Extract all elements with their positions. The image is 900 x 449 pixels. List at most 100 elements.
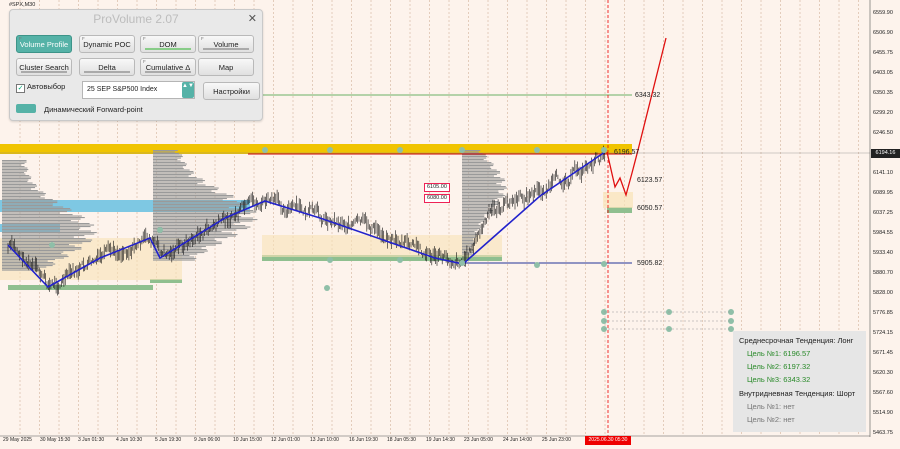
volume-bar — [462, 180, 506, 182]
volume-bar — [462, 190, 499, 192]
volume-bar — [462, 187, 507, 189]
volume-bar — [462, 166, 491, 168]
volume-button[interactable]: F Volume — [198, 35, 254, 53]
volume-bar — [2, 175, 30, 177]
time-tick-label: 19 Jun 14:30 — [426, 437, 455, 443]
indicator-bar — [203, 48, 249, 50]
volume-bar — [462, 237, 476, 239]
symbol-spinner-icon[interactable]: ▲▼ — [182, 82, 194, 98]
price-box-6105[interactable]: 6105.00 — [424, 183, 450, 192]
price-tick-label: 6246.50 — [873, 130, 893, 136]
indicator-bar — [145, 48, 191, 50]
volume-bar — [2, 209, 72, 211]
volume-bar — [462, 232, 477, 234]
time-tick-label: 13 Jun 10:00 — [310, 437, 339, 443]
price-tick-label: 6506.90 — [873, 30, 893, 36]
time-tick-label: 5 Jun 19:30 — [155, 437, 182, 443]
forward-point-label: Динамический Forward-point — [44, 105, 143, 114]
time-tick-label: 16 Jun 19:30 — [349, 437, 378, 443]
volume-bar — [2, 203, 53, 205]
volume-bar — [2, 247, 82, 249]
level-dot — [324, 285, 330, 291]
level-label-6343: 6343.32 — [635, 92, 660, 99]
volume-bar — [153, 231, 222, 233]
time-tick-label: 25 Jun 23:00 — [542, 437, 571, 443]
volume-bar — [153, 151, 175, 153]
hotkey-label: F — [201, 36, 204, 41]
volume-bar — [462, 199, 494, 201]
volume-bar — [462, 240, 474, 242]
time-tick-label: 9 Jun 06:00 — [194, 437, 221, 443]
close-icon[interactable]: ✕ — [248, 12, 257, 25]
volume-bar — [2, 190, 38, 192]
volume-bar — [153, 252, 205, 254]
volume-bar — [2, 206, 64, 208]
volume-bar — [153, 181, 203, 183]
volume-bar — [462, 213, 490, 215]
volume-bar — [462, 220, 485, 222]
volume-bar — [462, 214, 485, 216]
level-label-5905: 5905.82 — [637, 260, 662, 267]
price-tick-label: 5828.00 — [873, 290, 893, 296]
volume-bar — [462, 178, 505, 180]
settings-button[interactable]: Настройки — [203, 82, 260, 100]
volume-bar — [2, 205, 53, 207]
volume-bar — [153, 234, 238, 236]
indicator-bar — [84, 71, 130, 73]
dynamic-poc-button[interactable]: F Dynamic POC — [79, 35, 135, 53]
intra-trend-title: Внутридневная Тенденция: Шорт — [739, 389, 856, 398]
volume-bar — [2, 217, 85, 219]
volume-bar — [2, 170, 28, 172]
trend-panel: Среднесрочная Тенденция: Лонг Цель №1: 6… — [733, 331, 866, 432]
volume-bar — [2, 236, 74, 238]
volume-bar — [153, 238, 215, 240]
symbol-select[interactable]: 25 SEP S&P500 Index — [82, 81, 195, 99]
forward-point-toggle[interactable]: Динамический Forward-point — [16, 104, 143, 114]
price-box-6080[interactable]: 6080.00 — [424, 194, 450, 203]
volume-bar — [2, 214, 73, 216]
level-dot — [327, 147, 333, 153]
volume-bar — [462, 216, 485, 218]
dom-button[interactable]: F DOM — [140, 35, 196, 53]
hotkey-label: F — [19, 36, 22, 41]
volume-bar — [153, 190, 212, 192]
volume-bar — [2, 221, 79, 223]
volume-bar — [153, 244, 216, 246]
volume-bar — [2, 211, 68, 213]
volume-bar — [462, 201, 498, 203]
volume-bar — [2, 226, 91, 228]
time-tick-label: 18 Jun 05:30 — [387, 437, 416, 443]
level-dot — [459, 260, 465, 266]
volume-bar — [153, 219, 258, 221]
volume-bar — [153, 184, 206, 186]
map-button[interactable]: Map — [198, 58, 254, 76]
level-label-6050: 6050.57 — [637, 205, 662, 212]
cumulative-delta-button[interactable]: F Cumulative Δ — [140, 58, 196, 76]
volume-bar — [153, 168, 184, 170]
volume-bar — [2, 235, 85, 237]
volume-bar — [2, 176, 32, 178]
volume-bar — [153, 259, 195, 261]
volume-bar — [153, 160, 181, 162]
volume-bar — [462, 210, 493, 212]
price-tick-label: 5671.45 — [873, 350, 893, 356]
volume-bar — [2, 187, 36, 189]
volume-bar — [462, 238, 474, 240]
volume-bar — [462, 181, 502, 183]
volume-bar — [2, 172, 25, 174]
delta-button[interactable]: Delta — [79, 58, 135, 76]
volume-bar — [2, 242, 83, 244]
volume-bar — [153, 166, 183, 168]
volume-profile-button[interactable]: F Volume Profile — [16, 35, 72, 53]
auto-select-checkbox[interactable]: ✓ Автовыбор — [16, 82, 65, 93]
price-tick-label: 6089.95 — [873, 190, 893, 196]
hotkey-label: F — [143, 36, 146, 41]
volume-bar — [153, 187, 219, 189]
cluster-search-button[interactable]: Cluster Search — [16, 58, 72, 76]
indicator-bar — [21, 71, 67, 73]
volume-bar — [462, 195, 505, 197]
volume-bar — [462, 157, 487, 159]
level-dot — [459, 147, 465, 153]
volume-bar — [462, 208, 492, 210]
volume-bar — [2, 227, 81, 229]
